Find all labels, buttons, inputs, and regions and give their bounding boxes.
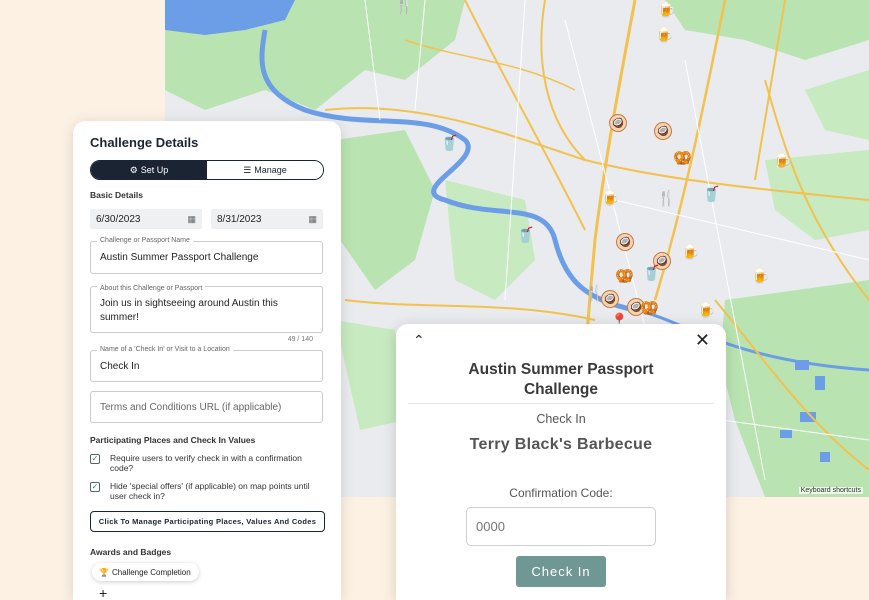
checkin-modal: ⌃ ✕ Austin Summer Passport Challenge Che… (396, 324, 726, 600)
challenge-details-panel: Challenge Details ⚙ Set Up ☰ Manage Basi… (73, 121, 341, 600)
terms-url-field[interactable]: Terms and Conditions URL (if applicable) (90, 391, 323, 423)
place-name: Terry Black's Barbecue (469, 436, 653, 453)
hide-offers-option: ✓ Hide 'special offers' (if applicable) … (90, 481, 324, 501)
checkin-name-label: Name of a 'Check In' or Visit to a Locat… (97, 346, 233, 353)
beer-marker-icon[interactable]: 🍺 (655, 27, 674, 45)
confirmation-code-input[interactable] (466, 507, 656, 546)
beer-marker-icon[interactable]: 🍺 (751, 268, 770, 286)
coconut-marker-icon[interactable]: 🥥 (654, 122, 672, 140)
start-date-field[interactable]: 6/30/2023 ▦ (90, 209, 202, 229)
challenge-name-value: Austin Summer Passport Challenge (100, 252, 259, 263)
close-icon[interactable]: ✕ (695, 330, 710, 351)
about-label: About this Challenge or Passport (97, 282, 206, 296)
badge-label: Challenge Completion (111, 567, 191, 577)
basic-details-label: Basic Details (90, 190, 143, 200)
coconut-marker-icon[interactable]: 🥥 (616, 233, 634, 251)
manage-places-label: Click To Manage Participating Places, Va… (98, 517, 317, 526)
trophy-icon: 🏆 (99, 567, 109, 577)
about-char-counter: 49 / 140 (287, 336, 313, 343)
beer-marker-icon[interactable]: 🍺 (681, 244, 700, 262)
gear-icon: ⚙ (129, 164, 138, 175)
coffee-marker-icon[interactable]: 🥤 (440, 135, 459, 153)
date-row: 6/30/2023 ▦ 8/31/2023 ▦ (90, 209, 324, 229)
add-award-button[interactable]: + (99, 585, 324, 600)
chevron-up-icon[interactable]: ⌃ (413, 332, 425, 349)
coffee-marker-icon[interactable]: 🥤 (642, 265, 661, 283)
calendar-icon[interactable]: ▦ (187, 214, 196, 225)
modal-divider (408, 403, 713, 404)
restaurant-marker-icon[interactable]: 🍴 (657, 190, 676, 208)
manage-places-button[interactable]: Click To Manage Participating Places, Va… (90, 511, 325, 532)
pretzel-marker-icon[interactable]: 🥨 (615, 268, 634, 286)
about-field[interactable]: About this Challenge or Passport Join us… (90, 282, 323, 333)
verify-checkin-label: Require users to verify check in with a … (110, 453, 302, 473)
list-icon: ☰ (243, 164, 252, 175)
awards-label: Awards and Badges (90, 547, 172, 557)
coffee-marker-icon[interactable]: 🥤 (516, 227, 535, 245)
restaurant-marker-icon[interactable]: 🍴 (395, 0, 414, 16)
panel-title: Challenge Details (90, 135, 199, 150)
end-date-field[interactable]: 8/31/2023 ▦ (211, 209, 323, 229)
keyboard-shortcuts-link[interactable]: Keyboard shortcuts (798, 487, 863, 494)
checkin-button[interactable]: Check In (516, 556, 606, 587)
coffee-marker-icon[interactable]: 🥤 (702, 186, 721, 204)
beer-marker-icon[interactable]: 🍺 (601, 190, 620, 208)
verify-checkin-option: ✓ Require users to verify check in with … (90, 453, 324, 473)
calendar-icon[interactable]: ▦ (308, 214, 317, 225)
modal-title: Austin Summer Passport Challenge (468, 361, 654, 398)
tab-set-up[interactable]: ⚙ Set Up (91, 161, 207, 179)
challenge-name-field[interactable]: Challenge or Passport Name Austin Summer… (90, 237, 323, 274)
about-value: Join us in sightseeing around Austin thi… (100, 298, 278, 323)
places-label: Participating Places and Check In Values (90, 435, 256, 445)
terms-url-placeholder: Terms and Conditions URL (if applicable) (100, 401, 282, 413)
beer-marker-icon[interactable]: 🍺 (697, 302, 716, 320)
tab-set-up-label: Set Up (140, 165, 169, 175)
end-date-value: 8/31/2023 (217, 213, 262, 225)
tab-manage-label: Manage (254, 165, 287, 175)
checkin-name-field[interactable]: Name of a 'Check In' or Visit to a Locat… (90, 346, 323, 382)
checkin-label: Check In (536, 412, 586, 426)
tab-manage[interactable]: ☰ Manage (207, 161, 323, 179)
pretzel-marker-icon[interactable]: 🥨 (640, 300, 659, 318)
coconut-marker-icon[interactable]: 🥥 (609, 114, 627, 132)
hide-offers-label: Hide 'special offers' (if applicable) on… (110, 481, 310, 501)
pretzel-marker-icon[interactable]: 🥨 (673, 150, 692, 168)
challenge-name-label: Challenge or Passport Name (97, 237, 193, 244)
coconut-marker-icon[interactable]: 🥥 (601, 290, 619, 308)
start-date-value: 6/30/2023 (96, 213, 141, 225)
challenge-completion-badge[interactable]: 🏆 Challenge Completion (92, 563, 199, 581)
mode-toggle: ⚙ Set Up ☰ Manage (90, 160, 324, 180)
checkin-name-value: Check In (100, 360, 140, 372)
confirmation-code-label: Confirmation Code: (509, 486, 613, 500)
beer-marker-icon[interactable]: 🍺 (657, 2, 676, 20)
hide-offers-checkbox[interactable]: ✓ (90, 482, 100, 492)
verify-checkin-checkbox[interactable]: ✓ (90, 454, 100, 464)
beer-marker-icon[interactable]: 🍺 (773, 153, 792, 171)
